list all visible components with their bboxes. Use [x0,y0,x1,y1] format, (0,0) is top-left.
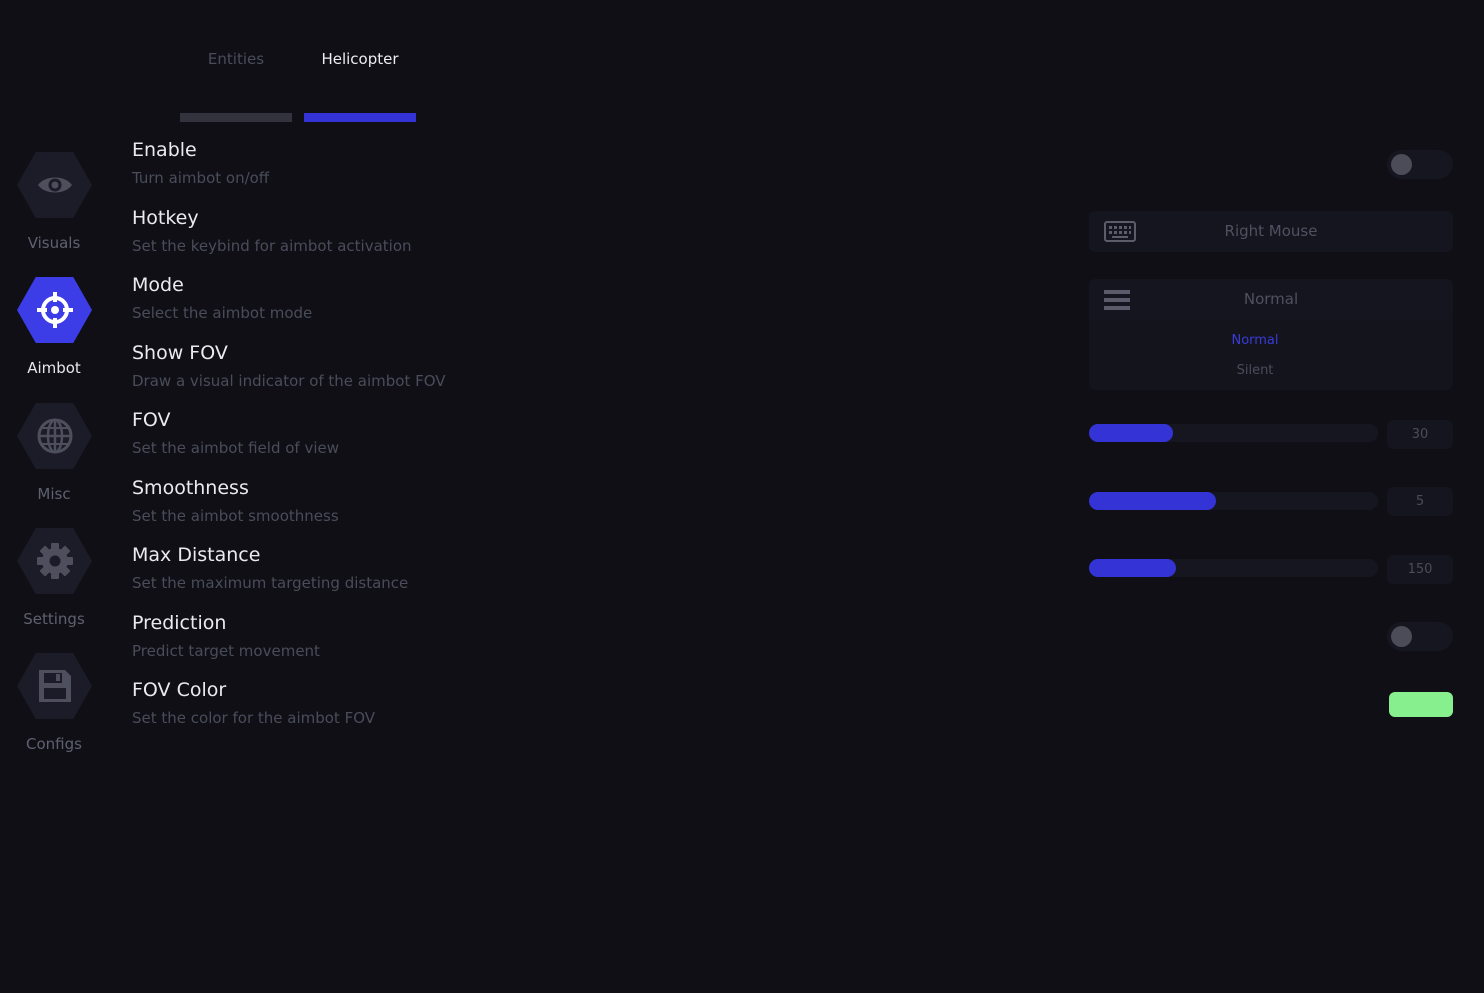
fov-value[interactable]: 30 [1387,420,1453,449]
hotkey-button[interactable]: Right Mouse [1089,211,1453,252]
setting-description: Select the aimbot mode [132,304,313,322]
crosshair-icon [35,290,75,330]
smoothness-slider-fill [1089,492,1217,510]
max-distance-slider-fill [1089,559,1176,577]
sidebar-item-label: Settings [23,610,85,628]
aimbot-hex [17,277,92,343]
max-distance-value[interactable]: 150 [1387,555,1453,584]
setting-description: Turn aimbot on/off [132,169,270,187]
setting-description: Set the color for the aimbot FOV [132,709,376,727]
tab-indicator-helicopter [304,113,416,122]
visuals-hex [17,152,92,218]
sidebar-item-misc[interactable]: Misc [0,403,108,508]
globe-icon [36,417,74,455]
toggle-knob [1391,154,1412,175]
prediction-toggle[interactable] [1387,622,1453,651]
fov-slider-fill [1089,424,1173,442]
floppy-disk-icon [36,667,74,705]
smoothness-slider[interactable] [1089,492,1378,510]
gear-icon [35,541,75,581]
setting-description: Set the keybind for aimbot activation [132,237,412,255]
hotkey-value: Right Mouse [1224,222,1318,240]
setting-description: Draw a visual indicator of the aimbot FO… [132,372,446,390]
setting-title: FOV Color [132,679,227,701]
setting-title: Max Distance [132,544,261,566]
toggle-knob [1391,626,1412,647]
sidebar-item-label: Configs [26,735,82,753]
tab-indicator-entities [180,113,292,122]
configs-hex [17,653,92,719]
setting-title: Enable [132,139,197,161]
sidebar-item-label: Aimbot [27,359,81,377]
fov-slider[interactable] [1089,424,1378,442]
setting-title: Prediction [132,612,227,634]
setting-title: Hotkey [132,207,199,229]
misc-hex [17,403,92,469]
setting-title: Smoothness [132,477,249,499]
setting-description: Set the maximum targeting distance [132,574,409,592]
sidebar-item-configs[interactable]: Configs [0,653,108,758]
mode-dropdown: Normal Normal Silent [1089,279,1453,390]
mode-option-normal[interactable]: Normal [1073,333,1437,348]
eye-icon [36,172,74,198]
settings-hex [17,528,92,594]
sidebar-item-label: Misc [37,485,71,503]
sidebar-item-visuals[interactable]: Visuals [0,152,108,257]
sidebar-item-label: Visuals [27,234,81,252]
setting-description: Predict target movement [132,642,320,660]
mode-option-silent[interactable]: Silent [1073,363,1437,378]
setting-title: Mode [132,274,184,296]
tab-entities[interactable]: Entities [180,50,292,68]
setting-description: Set the aimbot smoothness [132,507,339,525]
setting-title: Show FOV [132,342,228,364]
max-distance-slider[interactable] [1089,559,1378,577]
setting-description: Set the aimbot field of view [132,439,340,457]
smoothness-value[interactable]: 5 [1387,487,1453,516]
setting-title: FOV [132,409,171,431]
enable-toggle[interactable] [1387,150,1453,179]
sidebar-item-aimbot[interactable]: Aimbot [0,277,108,382]
mode-dropdown-toggle[interactable]: Normal [1089,279,1453,320]
mode-selected-value: Normal [1243,290,1299,308]
fov-color-swatch[interactable] [1389,692,1453,717]
tab-helicopter[interactable]: Helicopter [304,50,416,68]
sidebar-item-settings[interactable]: Settings [0,528,108,633]
